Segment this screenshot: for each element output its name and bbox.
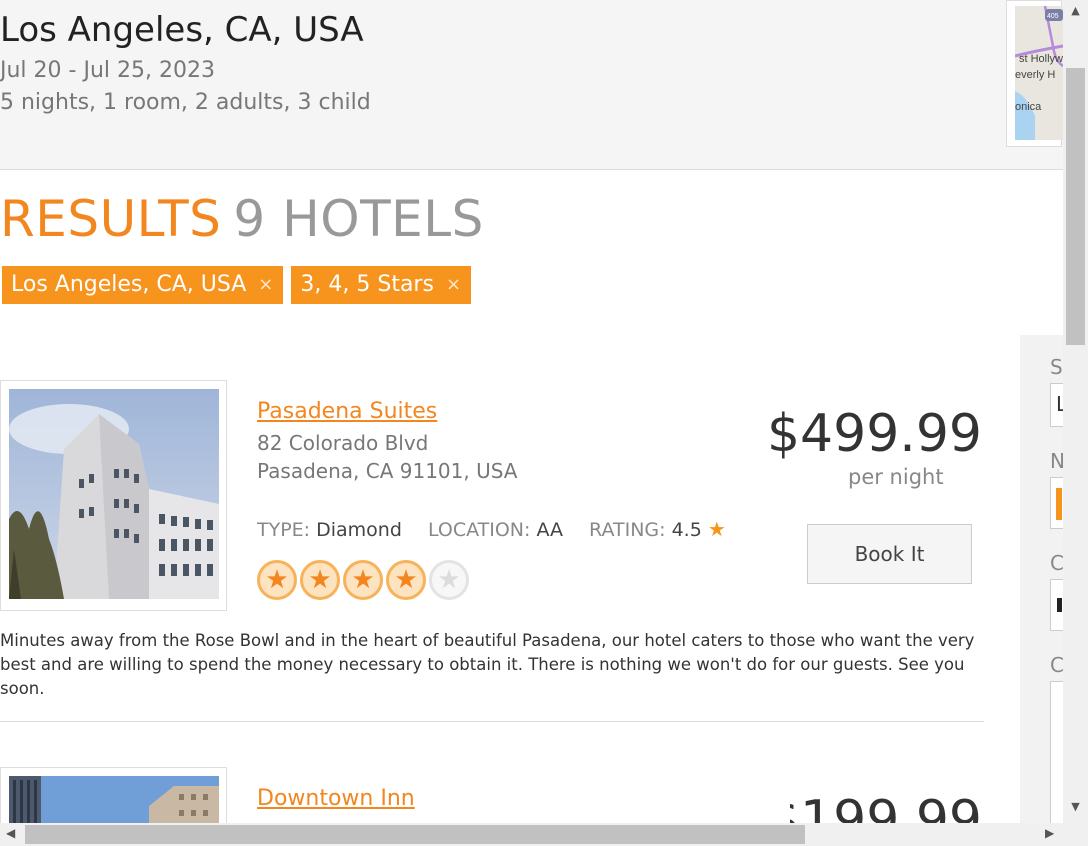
hotel-photo[interactable] — [0, 767, 227, 827]
slider-handle[interactable] — [1056, 488, 1062, 520]
price-per-night-label: per night — [848, 465, 944, 489]
hotel-address-line2: Pasadena, CA 91101, USA — [257, 459, 518, 483]
filter-chip-location[interactable]: Los Angeles, CA, USA × — [2, 266, 284, 304]
filter-side-panel: S L N C C — [1020, 335, 1063, 823]
star-filled-icon: ★ — [300, 560, 340, 600]
hotel-name-link[interactable]: Downtown Inn — [257, 786, 415, 811]
close-icon[interactable]: × — [446, 266, 461, 304]
map-label: onica — [1015, 101, 1042, 113]
hotel-description: Minutes away from the Rose Bowl and in t… — [0, 631, 975, 698]
divider — [0, 721, 984, 722]
location-label: LOCATION: — [427, 519, 531, 541]
close-icon[interactable]: × — [258, 266, 273, 304]
active-filters: Los Angeles, CA, USA × 3, 4, 5 Stars × — [2, 266, 472, 304]
results-heading: RESULTS 9 HOTELS — [0, 190, 484, 248]
scroll-right-icon[interactable]: ▶ — [1045, 826, 1054, 840]
filter-chip-label: 3, 4, 5 Stars — [300, 272, 434, 297]
scrollbar-thumb[interactable] — [1066, 68, 1085, 345]
scrollbar-corner — [1063, 823, 1088, 846]
side-panel-label: C — [1050, 551, 1063, 575]
hotel-star-rating: ★ ★ ★ ★ ★ — [257, 560, 469, 600]
star-filled-icon: ★ — [386, 560, 426, 600]
scroll-down-icon[interactable]: ▼ — [1063, 800, 1088, 813]
rating-label: RATING: — [589, 519, 666, 541]
side-panel-input[interactable]: L — [1050, 383, 1063, 427]
filter-chip-label: Los Angeles, CA, USA — [11, 272, 247, 297]
hotel-address-line1: 82 Colorado Blvd — [257, 431, 429, 455]
results-label: RESULTS — [0, 190, 222, 248]
search-summary-header: Los Angeles, CA, USA Jul 20 - Jul 25, 20… — [0, 0, 1063, 170]
map-label: st Hollyw — [1019, 53, 1063, 65]
scrollbar-thumb[interactable] — [25, 825, 805, 844]
filter-chip-stars[interactable]: 3, 4, 5 Stars × — [291, 266, 472, 304]
map-label: 405 — [1047, 13, 1059, 20]
star-filled-icon: ★ — [257, 560, 297, 600]
search-dates: Jul 20 - Jul 25, 2023 — [0, 58, 215, 83]
hotel-meta: TYPE: Diamond LOCATION: AA RATING: 4.5 ★ — [257, 517, 746, 541]
side-panel-list[interactable] — [1050, 681, 1063, 823]
side-panel-slider[interactable] — [1050, 477, 1063, 529]
star-empty-icon: ★ — [429, 560, 469, 600]
scroll-left-icon[interactable]: ◀ — [6, 826, 15, 840]
map-label: everly H — [1015, 69, 1055, 81]
book-it-button[interactable]: Book It — [807, 524, 972, 584]
type-label: TYPE: — [257, 519, 311, 541]
hotel-price: $499.99 — [766, 404, 982, 464]
type-value: Diamond — [316, 519, 402, 541]
select-indicator — [1057, 598, 1062, 612]
star-icon: ★ — [707, 517, 726, 541]
search-guests-summary: 5 nights, 1 room, 2 adults, 3 child — [0, 90, 371, 115]
hotel-price-clip: $199.99 — [790, 790, 990, 823]
scroll-up-icon[interactable]: ▲ — [1063, 4, 1088, 17]
results-count: 9 HOTELS — [233, 190, 484, 248]
rating-value: 4.5 — [671, 519, 702, 541]
star-filled-icon: ★ — [343, 560, 383, 600]
horizontal-scrollbar[interactable]: ◀ ▶ — [0, 823, 1063, 846]
hotel-price: $199.99 — [790, 790, 982, 823]
hotel-photo[interactable] — [0, 380, 227, 611]
location-value: AA — [536, 519, 563, 541]
side-panel-input-value: L — [1056, 392, 1063, 416]
map-thumbnail[interactable]: 405 st Hollyw everly H onica — [1006, 0, 1063, 147]
hotel-name-link[interactable]: Pasadena Suites — [257, 399, 437, 424]
side-panel-select[interactable] — [1050, 579, 1063, 631]
side-panel-label: N — [1050, 449, 1063, 473]
side-panel-label: C — [1050, 653, 1063, 677]
side-panel-label: S — [1050, 355, 1063, 379]
vertical-scrollbar[interactable]: ▲ ▼ — [1063, 0, 1088, 823]
search-location-title: Los Angeles, CA, USA — [0, 10, 364, 50]
